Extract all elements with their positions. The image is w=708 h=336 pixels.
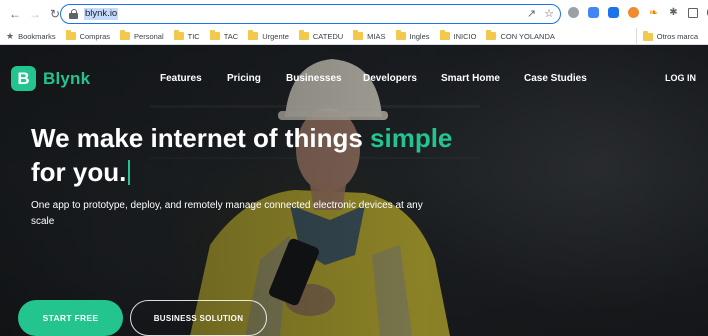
folder-icon [173, 30, 184, 40]
lock-icon[interactable] [69, 9, 78, 19]
extension-docs-icon[interactable] [608, 7, 619, 18]
bookmarks-bar: ★ Bookmarks Compras Personal TIC TAC Urge… [0, 28, 708, 45]
nav-case-studies[interactable]: Case Studies [524, 73, 587, 84]
bookmark-folder[interactable]: TAC [209, 30, 238, 41]
hero-section: B Blynk Features Pricing Businesses Deve… [0, 45, 708, 336]
other-bookmarks[interactable]: Otros marca [635, 28, 698, 45]
folder-icon [439, 30, 450, 40]
extension-adblock-icon[interactable] [628, 7, 639, 18]
folder-icon [395, 30, 406, 40]
folder-icon [65, 30, 76, 40]
bookmark-folder[interactable]: Compras [65, 30, 110, 41]
bookmark-folder[interactable]: Personal [120, 30, 164, 41]
folder-icon [642, 30, 653, 41]
folder-icon [298, 30, 309, 40]
extensions-puzzle-icon[interactable]: ✱ [668, 7, 679, 18]
address-url[interactable]: blynk.io [84, 8, 119, 20]
extension-record-icon[interactable] [568, 7, 579, 18]
bookmark-folder[interactable]: CATEDU [298, 30, 343, 41]
share-icon[interactable]: ↗ [527, 7, 536, 20]
blynk-logo-text: Blynk [43, 68, 91, 88]
side-panel-icon[interactable] [688, 7, 698, 18]
nav-pricing[interactable]: Pricing [227, 73, 261, 84]
bookmark-folder[interactable]: INICIO [439, 30, 476, 41]
bookmarks-manager[interactable]: ★ Bookmarks [6, 31, 56, 42]
extension-translate-icon[interactable] [588, 7, 599, 18]
address-bar[interactable]: blynk.io ↗ ☆ [60, 4, 561, 24]
bookmark-star-icon[interactable]: ☆ [544, 7, 554, 20]
extensions-area: ❧ ✱ [568, 6, 708, 19]
nav-features[interactable]: Features [160, 73, 202, 84]
site-header: B Blynk Features Pricing Businesses Deve… [0, 45, 708, 115]
hero-subtext: One app to prototype, deploy, and remote… [31, 200, 423, 227]
typing-cursor [128, 160, 131, 185]
bookmark-folder[interactable]: TIC [173, 30, 200, 41]
folder-icon [209, 30, 220, 40]
blynk-logo-icon: B [11, 66, 36, 91]
headline-accent: simple [370, 123, 453, 153]
nav-developers[interactable]: Developers [363, 73, 417, 84]
nav-businesses[interactable]: Businesses [286, 73, 342, 84]
bookmark-folder[interactable]: MIAS [353, 30, 386, 41]
business-solution-button[interactable]: BUSINESS SOLUTION [130, 300, 267, 336]
browser-toolbar: ← → ↻ blynk.io ↗ ☆ ❧ ✱ [0, 0, 708, 28]
folder-icon [248, 30, 259, 40]
blynk-logo[interactable]: B Blynk [11, 66, 90, 91]
back-arrow-icon[interactable]: ← [7, 6, 23, 22]
start-free-button[interactable]: START FREE [18, 300, 123, 336]
extension-color-icon[interactable]: ❧ [648, 7, 659, 19]
login-link[interactable]: LOG IN [665, 73, 696, 83]
bookmark-folder[interactable]: CON YOLANDA [486, 30, 555, 41]
nav-smart-home[interactable]: Smart Home [441, 73, 500, 84]
bookmark-folder[interactable]: Ingles [395, 30, 430, 41]
folder-icon [486, 30, 497, 40]
hero-headline: We make internet of things simple for yo… [31, 123, 453, 187]
folder-icon [120, 30, 131, 40]
star-icon: ★ [6, 30, 15, 41]
forward-arrow-icon[interactable]: → [27, 6, 43, 22]
folder-icon [353, 30, 364, 40]
bookmark-folder[interactable]: Urgente [248, 30, 289, 41]
